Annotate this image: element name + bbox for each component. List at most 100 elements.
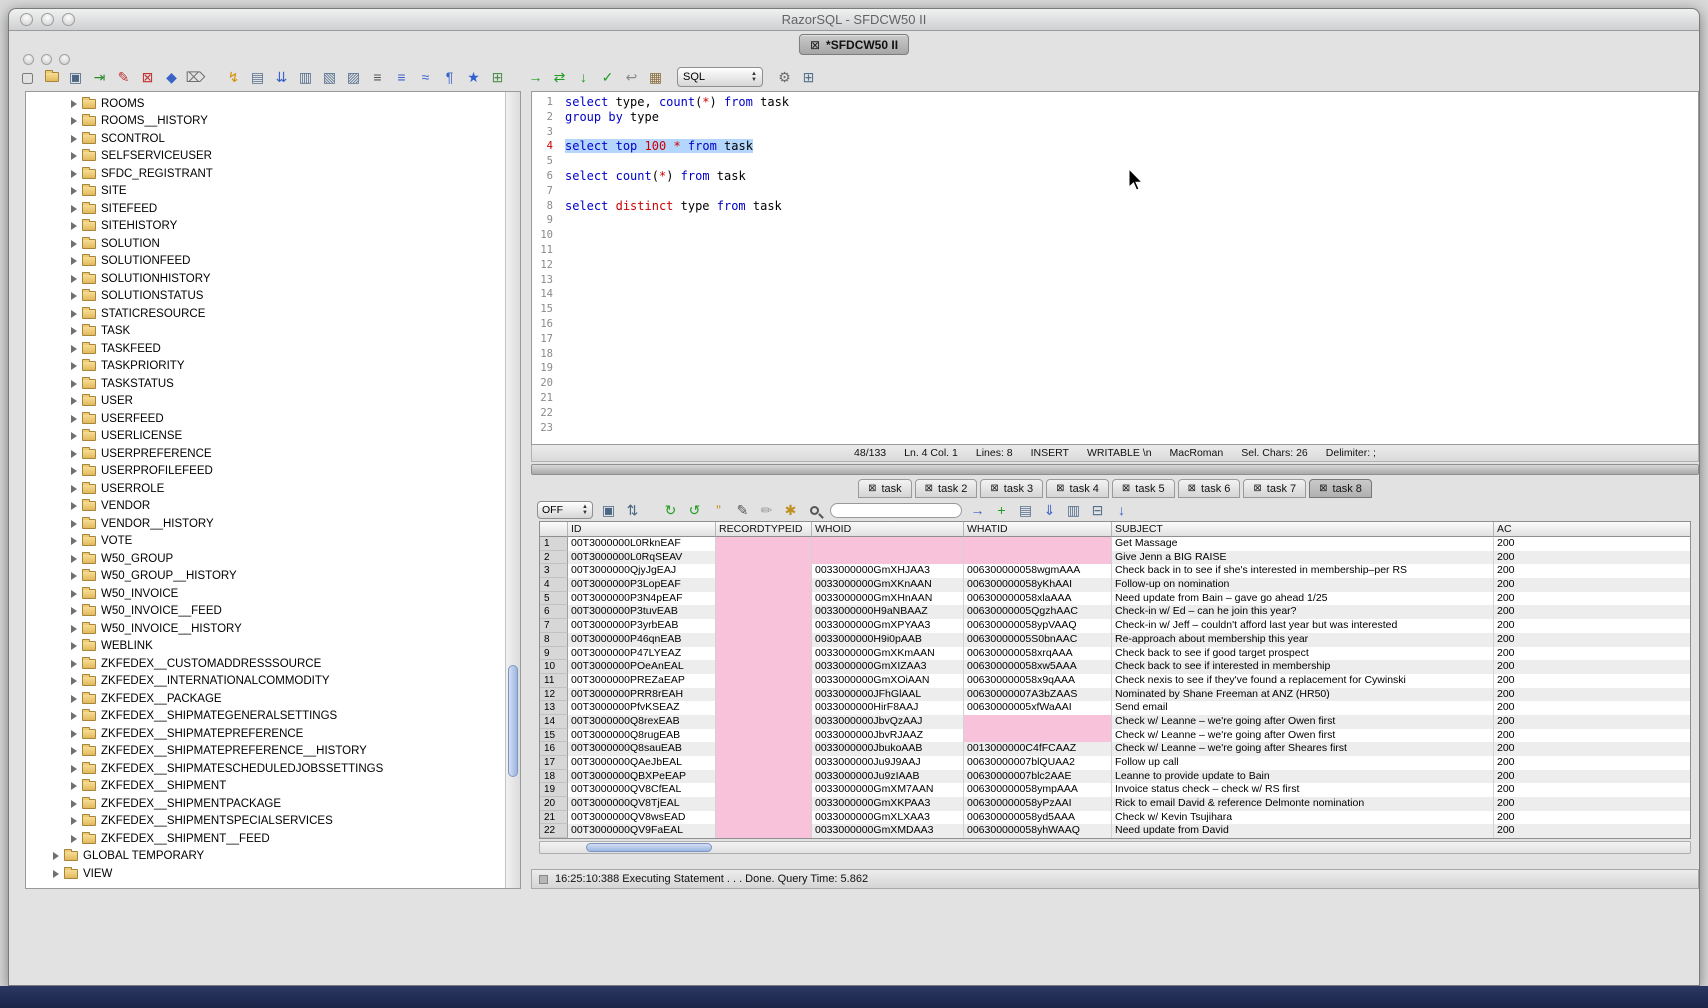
disclosure-triangle-icon[interactable]	[71, 817, 77, 825]
describe-table-icon[interactable]: ◆	[161, 67, 182, 88]
whoid-cell[interactable]: 0033000000H9aNBAAZ	[812, 605, 964, 619]
download-icon[interactable]: ↓	[1111, 500, 1132, 521]
whatid-cell[interactable]: 006300000058ypVAAQ	[964, 619, 1112, 633]
disclosure-triangle-icon[interactable]	[71, 642, 77, 650]
tree-item[interactable]: ZKFEDEX__INTERNATIONALCOMMODITY	[27, 673, 504, 691]
whoid-cell[interactable]: 0033000000GmXM7AAN	[812, 783, 964, 797]
tree-item[interactable]: SCONTROL	[27, 130, 504, 148]
code-line[interactable]: group by type	[565, 110, 1698, 125]
whatid-cell[interactable]	[964, 715, 1112, 729]
tab-close-icon[interactable]: ⊠	[1056, 483, 1064, 494]
save-results-icon[interactable]: ▣	[598, 500, 619, 521]
id-cell[interactable]: 00T3000000P3N4pEAF	[568, 592, 716, 606]
edit-object-icon[interactable]: ✎	[113, 67, 134, 88]
whatid-cell[interactable]: 006300000058x9qAAA	[964, 674, 1112, 688]
column-header[interactable]	[540, 522, 568, 537]
whoid-cell[interactable]: 0033000000JbvQzAAJ	[812, 715, 964, 729]
activitydate-cell[interactable]: 200	[1494, 551, 1691, 565]
export-grid-icon[interactable]: ⇓	[1039, 500, 1060, 521]
tree-item[interactable]: VOTE	[27, 533, 504, 551]
tree-item[interactable]: SITEFEED	[27, 200, 504, 218]
disclosure-triangle-icon[interactable]	[71, 432, 77, 440]
disclosure-triangle-icon[interactable]	[71, 257, 77, 265]
align-left-icon[interactable]: ≡	[391, 67, 412, 88]
subject-cell[interactable]: Follow up call	[1112, 756, 1494, 770]
activitydate-cell[interactable]: 200	[1494, 742, 1691, 756]
code-line[interactable]	[565, 273, 1698, 288]
disclosure-triangle-icon[interactable]	[71, 275, 77, 283]
scheduler-icon[interactable]: ▦	[645, 67, 666, 88]
activitydate-cell[interactable]: 200	[1494, 701, 1691, 715]
activitydate-cell[interactable]: 200	[1494, 824, 1691, 838]
subject-cell[interactable]: Check w/ Leanne – we're going after Owen…	[1112, 729, 1494, 743]
disclosure-triangle-icon[interactable]	[71, 397, 77, 405]
row-number[interactable]: 22	[540, 824, 568, 838]
recordtypeid-cell[interactable]	[716, 811, 812, 825]
erase-icon[interactable]: ⌦	[185, 67, 206, 88]
table-row[interactable]: 1800T3000000QBXPeEAP0033000000Ju9zIAAB00…	[540, 770, 1690, 784]
row-number[interactable]: 14	[540, 715, 568, 729]
activitydate-cell[interactable]: 200	[1494, 688, 1691, 702]
subject-cell[interactable]: Need update from David	[1112, 824, 1494, 838]
find-next-icon[interactable]: →	[967, 500, 988, 521]
row-number[interactable]: 12	[540, 688, 568, 702]
disclosure-triangle-icon[interactable]	[71, 677, 77, 685]
row-number[interactable]: 17	[540, 756, 568, 770]
activitydate-cell[interactable]: 200	[1494, 715, 1691, 729]
disclosure-triangle-icon[interactable]	[71, 310, 77, 318]
disclosure-triangle-icon[interactable]	[71, 835, 77, 843]
result-tab[interactable]: ⊠task 2	[915, 479, 978, 498]
disclosure-triangle-icon[interactable]	[71, 572, 77, 580]
id-cell[interactable]: 00T3000000Q8rugEAB	[568, 729, 716, 743]
whoid-cell[interactable]	[812, 537, 964, 551]
recordtypeid-cell[interactable]	[716, 770, 812, 784]
recordtypeid-cell[interactable]	[716, 592, 812, 606]
open-query-icon[interactable]: ▤	[1015, 500, 1036, 521]
tree-item[interactable]: SELFSERVICEUSER	[27, 148, 504, 166]
whoid-cell[interactable]: 0033000000GmXMDAA3	[812, 824, 964, 838]
tree-item[interactable]: ZKFEDEX__PACKAGE	[27, 690, 504, 708]
text-results-icon[interactable]: ▤	[247, 67, 268, 88]
code-line[interactable]	[565, 213, 1698, 228]
tree-item[interactable]: ROOMS__HISTORY	[27, 113, 504, 131]
tab-close-icon[interactable]: ⊠	[1319, 483, 1327, 494]
subject-cell[interactable]: Get Massage	[1112, 537, 1494, 551]
id-cell[interactable]: 00T3000000P3LopEAF	[568, 578, 716, 592]
subject-cell[interactable]: Check back to see if good target prospec…	[1112, 647, 1494, 661]
horizontal-splitter[interactable]	[531, 464, 1699, 475]
whoid-cell[interactable]: 0033000000JbukoAAB	[812, 742, 964, 756]
code-line[interactable]	[565, 361, 1698, 376]
subject-cell[interactable]: Check-in w/ Ed – can he join this year?	[1112, 605, 1494, 619]
row-number[interactable]: 4	[540, 578, 568, 592]
sql-mode-select[interactable]: SQL ▲▼	[677, 67, 763, 87]
history-icon[interactable]: ▨	[343, 67, 364, 88]
disclosure-triangle-icon[interactable]	[71, 800, 77, 808]
activitydate-cell[interactable]: 200	[1494, 660, 1691, 674]
tree-item[interactable]: ZKFEDEX__SHIPMENT__FEED	[27, 830, 504, 848]
table-row[interactable]: 500T3000000P3N4pEAF0033000000GmXHnAAN006…	[540, 592, 1690, 606]
recordtypeid-cell[interactable]	[716, 564, 812, 578]
code-line[interactable]	[565, 154, 1698, 169]
document-tab[interactable]: ⊠ *SFDCW50 II	[799, 34, 909, 55]
table-row[interactable]: 1500T3000000Q8rugEAB0033000000JbvRJAAZCh…	[540, 729, 1690, 743]
id-cell[interactable]: 00T3000000QBXPeEAP	[568, 770, 716, 784]
id-cell[interactable]: 00T3000000Q8rexEAB	[568, 715, 716, 729]
favorites-icon[interactable]: ★	[463, 67, 484, 88]
whoid-cell[interactable]: 0033000000GmXIZAA3	[812, 660, 964, 674]
row-limit-select[interactable]: OFF ▲▼	[537, 501, 593, 519]
table-row[interactable]: 1400T3000000Q8rexEAB 0033000000JbvQzAAJ Ch…	[540, 715, 1690, 729]
subject-cell[interactable]: Check w/ Leanne – we're going after Owen…	[1112, 715, 1494, 729]
disclosure-triangle-icon[interactable]	[71, 782, 77, 790]
recordtypeid-cell[interactable]	[716, 729, 812, 743]
subject-cell[interactable]: Check-in w/ Jeff – couldn't afford last …	[1112, 619, 1494, 633]
commit-icon[interactable]: ✓	[597, 67, 618, 88]
id-cell[interactable]: 00T3000000QV8TjEAL	[568, 797, 716, 811]
id-cell[interactable]: 00T3000000PfvKSEAZ	[568, 701, 716, 715]
activitydate-cell[interactable]: 200	[1494, 619, 1691, 633]
recordtypeid-cell[interactable]	[716, 824, 812, 838]
disclosure-triangle-icon[interactable]	[71, 135, 77, 143]
tree-item[interactable]: W50_INVOICE	[27, 585, 504, 603]
wrap-lines-icon[interactable]: ≈	[415, 67, 436, 88]
fetch-next-icon[interactable]: ↓	[573, 67, 594, 88]
subject-cell[interactable]: Invoice status check – check w/ RS first	[1112, 783, 1494, 797]
